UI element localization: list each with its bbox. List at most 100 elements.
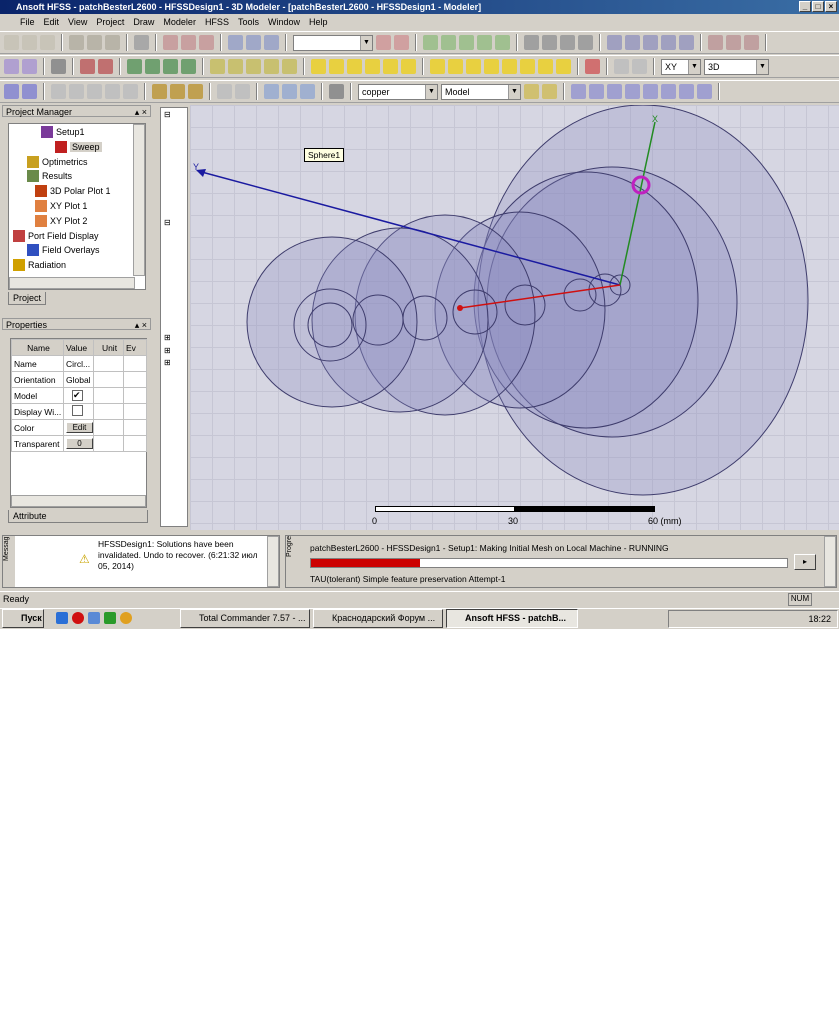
undo-icon[interactable] [181, 35, 196, 50]
eye-icon[interactable] [51, 59, 66, 74]
toolbar-button-icon[interactable] [282, 59, 297, 74]
model-select[interactable]: Model ▼ [441, 83, 521, 100]
menu-project[interactable]: Project [96, 17, 124, 27]
toolbar-button-icon[interactable] [459, 35, 474, 50]
tool-icon[interactable] [88, 612, 100, 624]
toolbar-button-icon[interactable] [542, 35, 557, 50]
app-icon[interactable] [104, 612, 116, 624]
open-icon[interactable] [22, 35, 37, 50]
display-wireframe-checkbox[interactable] [72, 405, 83, 416]
model-checkbox[interactable]: ✔ [72, 390, 83, 401]
start-button[interactable]: Пуск [2, 609, 44, 628]
expand-icon[interactable]: ⊞ [164, 333, 171, 342]
vertical-scrollbar[interactable] [267, 536, 279, 587]
toolbar-button-icon[interactable] [383, 59, 398, 74]
toolbar-button-icon[interactable] [502, 59, 517, 74]
maximize-button[interactable]: □ [812, 1, 824, 12]
redo-icon[interactable] [199, 35, 214, 50]
toolbar-button-icon[interactable] [163, 59, 178, 74]
3d-modeler-viewport[interactable]: Y X Sphere1 0 30 60 (mm) [190, 105, 839, 530]
toolbar-button-icon[interactable] [127, 59, 142, 74]
toolbar-button-icon[interactable] [394, 35, 409, 50]
toolbar-button-icon[interactable] [625, 84, 640, 99]
toolbar-button-icon[interactable] [376, 35, 391, 50]
toolbar-button-icon[interactable] [726, 35, 741, 50]
horizontal-scrollbar[interactable] [9, 277, 135, 289]
menu-file[interactable]: File [20, 17, 35, 27]
hide-icon[interactable] [80, 59, 95, 74]
toolbar-button-icon[interactable] [123, 84, 138, 99]
tab-project[interactable]: Project [8, 292, 47, 305]
property-value[interactable]: Global [63, 371, 94, 388]
minimize-button[interactable]: _ [799, 1, 811, 12]
property-value[interactable]: Circl... [63, 355, 94, 372]
menu-window[interactable]: Window [268, 17, 300, 27]
toolbar-button-icon[interactable] [87, 84, 102, 99]
toolbar-button-icon[interactable] [542, 84, 557, 99]
close-icon[interactable]: ▴ × [135, 319, 150, 331]
menu-hfss[interactable]: HFSS [205, 17, 229, 27]
paste-icon[interactable] [105, 35, 120, 50]
transparency-button[interactable]: 0 [66, 438, 93, 449]
tab-attribute[interactable]: Attribute [8, 510, 148, 523]
toolbar-button-icon[interactable] [311, 59, 326, 74]
toolbar-button-icon[interactable] [329, 84, 344, 99]
cut-icon[interactable] [69, 35, 84, 50]
toolbar-button-icon[interactable] [235, 84, 250, 99]
toolbar-button-icon[interactable] [264, 59, 279, 74]
toolbar-button-icon[interactable] [661, 84, 676, 99]
toolbar-button-icon[interactable] [520, 59, 535, 74]
toolbar-button-icon[interactable] [744, 35, 759, 50]
toolbar-button-icon[interactable] [589, 84, 604, 99]
toolbar-button-icon[interactable] [145, 59, 160, 74]
toolbar-button-icon[interactable] [585, 59, 600, 74]
toolbar-button-icon[interactable] [105, 84, 120, 99]
expand-icon[interactable]: ⊟ [164, 218, 171, 227]
expand-icon[interactable]: ⊟ [164, 110, 171, 119]
toolbar-button-icon[interactable] [188, 84, 203, 99]
show-icon[interactable] [98, 59, 113, 74]
taskbar-ansoft-hfss[interactable]: Ansoft HFSS - patchB... [446, 609, 578, 628]
horizontal-scrollbar[interactable] [11, 495, 146, 507]
menu-edit[interactable]: Edit [44, 17, 60, 27]
ie-icon[interactable] [56, 612, 68, 624]
duplicate-icon[interactable] [264, 35, 279, 50]
toolbar-button-icon[interactable] [697, 84, 712, 99]
toolbar-button-icon[interactable] [643, 35, 658, 50]
help-icon[interactable] [4, 59, 19, 74]
toolbar-button-icon[interactable] [210, 59, 225, 74]
toolbar-button-icon[interactable] [524, 84, 539, 99]
toolbar-button-icon[interactable] [679, 84, 694, 99]
taskbar-total-commander[interactable]: Total Commander 7.57 - ... [180, 609, 310, 628]
menu-modeler[interactable]: Modeler [163, 17, 196, 27]
toolbar-button-icon[interactable] [282, 84, 297, 99]
toolbar-button-icon[interactable] [300, 84, 315, 99]
model-tree-strip[interactable]: ⊟ ⊟ ⊞ ⊞ ⊞ [160, 107, 188, 527]
tree-item-xy-plot-1[interactable]: XY Plot 1 [35, 200, 87, 212]
toolbar-button-icon[interactable] [578, 35, 593, 50]
toolbar-button-icon[interactable] [51, 84, 66, 99]
toolbar-button-icon[interactable] [643, 84, 658, 99]
chrome-icon[interactable] [120, 612, 132, 624]
toolbar-button-icon[interactable] [632, 59, 647, 74]
tree-item-optimetrics[interactable]: Optimetrics [27, 155, 88, 168]
view-mode-select[interactable]: 3D ▼ [704, 58, 769, 75]
taskbar-opera-forum[interactable]: Краснодарский Форум ... [313, 609, 443, 628]
toolbar-button-icon[interactable] [466, 59, 481, 74]
abort-play-button[interactable]: ▸ [794, 554, 816, 570]
vertical-scrollbar[interactable] [133, 124, 145, 276]
menu-tools[interactable]: Tools [238, 17, 259, 27]
plane-select[interactable]: XY ▼ [661, 58, 701, 75]
tree-item-field-overlays[interactable]: Field Overlays [27, 244, 100, 257]
toolbar-button-icon[interactable] [401, 59, 416, 74]
menu-draw[interactable]: Draw [133, 17, 154, 27]
toolbar-button-icon[interactable] [170, 84, 185, 99]
toolbar-button-icon[interactable] [560, 35, 575, 50]
toolbar-button-icon[interactable] [246, 59, 261, 74]
tree-item-xy-plot-2[interactable]: XY Plot 2 [35, 214, 87, 227]
copy-icon[interactable] [87, 35, 102, 50]
toolbar-button-icon[interactable] [495, 35, 510, 50]
boundaries-icon[interactable] [4, 84, 19, 99]
move-icon[interactable] [246, 35, 261, 50]
toolbar-button-icon[interactable] [679, 35, 694, 50]
